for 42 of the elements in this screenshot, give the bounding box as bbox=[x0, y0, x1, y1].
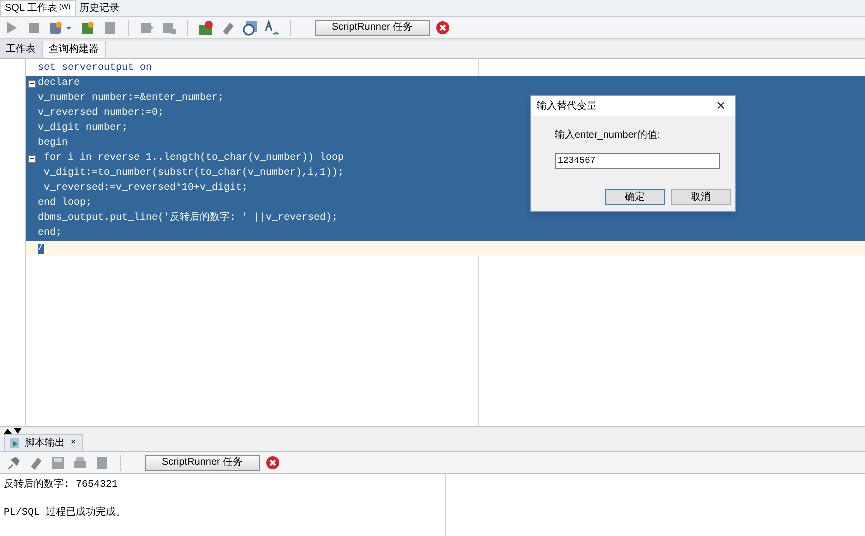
code-line: for i in reverse 1..length(to_char(v_number)) loop bbox=[43, 154, 344, 164]
document-icon[interactable] bbox=[102, 20, 118, 36]
tab-close-button[interactable]: × bbox=[69, 436, 78, 450]
format-icon[interactable] bbox=[264, 20, 280, 36]
close-icon[interactable] bbox=[436, 20, 450, 34]
document-tab[interactable]: 历史记录 bbox=[76, 0, 124, 16]
code-line: end; bbox=[38, 228, 62, 238]
prompt-label: 输入enter_number的值: bbox=[555, 128, 662, 143]
save-icon[interactable] bbox=[50, 454, 66, 470]
code-line: v_digit number; bbox=[38, 124, 128, 134]
dialog-title: 输入替代变量 bbox=[537, 100, 597, 114]
code-line: v_reversed number:=0; bbox=[38, 108, 164, 118]
print-icon[interactable] bbox=[72, 454, 88, 470]
code-line: dbms_output.put_line('反转后的数字: ' ||v_reversed); bbox=[38, 214, 338, 224]
document-icon[interactable] bbox=[94, 454, 110, 470]
pin-icon[interactable] bbox=[6, 454, 22, 470]
code-line: v_reversed:=v_reversed*10+v_digit; bbox=[43, 184, 248, 194]
sql-icon[interactable] bbox=[198, 20, 214, 36]
fold-icon[interactable] bbox=[28, 80, 36, 88]
editor-tab[interactable]: 查询构建器 bbox=[43, 41, 106, 58]
dialog-button[interactable]: 取消 bbox=[671, 189, 731, 205]
editor-tab[interactable]: 工作表 bbox=[0, 41, 43, 58]
code-line: v_number number:=&enter_number; bbox=[38, 94, 224, 104]
output-line: 反转后的数字: 7654321 bbox=[4, 478, 118, 492]
close-icon[interactable] bbox=[266, 456, 280, 470]
code-line: set serveroutput on bbox=[38, 64, 152, 74]
collapse-arrows-icon[interactable] bbox=[4, 428, 22, 434]
code-line: begin bbox=[38, 138, 68, 148]
task-button[interactable]: ScriptRunner 任务 bbox=[315, 20, 430, 36]
script-icon bbox=[9, 437, 21, 449]
output-tab[interactable]: 脚本输出 × bbox=[4, 434, 84, 451]
code-line: end loop; bbox=[38, 198, 92, 208]
code-line: declare bbox=[38, 78, 80, 88]
close-button[interactable]: ✕ bbox=[707, 96, 735, 116]
input-field[interactable]: 1234567 bbox=[555, 153, 720, 169]
code-line: v_digit:=to_number(substr(to_char(v_number),i,1)); bbox=[43, 168, 344, 178]
task-button[interactable]: ScriptRunner 任务 bbox=[145, 454, 260, 470]
output-line: PL/SQL 过程已成功完成。 bbox=[4, 506, 126, 520]
tab-label: 脚本输出 bbox=[25, 436, 65, 450]
dialog-button[interactable]: 确定 bbox=[605, 189, 665, 205]
commit-icon[interactable] bbox=[80, 20, 96, 36]
fold-icon[interactable] bbox=[28, 154, 36, 162]
